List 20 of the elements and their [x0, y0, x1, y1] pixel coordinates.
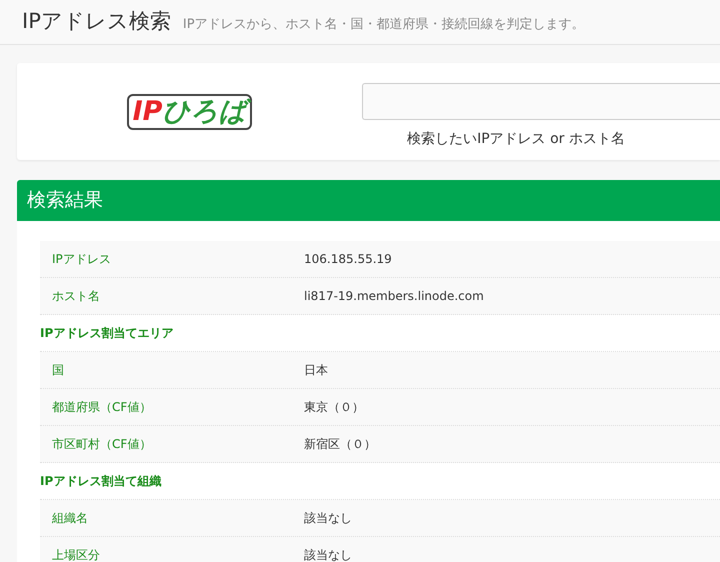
field-label: ホスト名: [51, 288, 101, 304]
field-label: IPアドレス: [51, 250, 112, 268]
field-value: 該当なし: [304, 546, 352, 562]
site-logo[interactable]: IPひろば: [126, 94, 252, 130]
field-label: 市区町村（CF値）: [51, 436, 152, 452]
results-title-bar: 検索結果: [17, 180, 720, 221]
field-value: 東京（０）: [304, 398, 364, 416]
field-value: 該当なし: [304, 510, 352, 526]
page-title: IPアドレス検索: [22, 8, 171, 35]
field-value: 106.185.55.19: [304, 252, 392, 266]
field-label: 組織名: [51, 510, 89, 526]
field-label: 国: [51, 362, 65, 378]
field-value: li817-19.members.linode.com: [304, 289, 484, 303]
field-label: 上場区分: [51, 546, 101, 562]
field-value: 日本: [304, 362, 328, 378]
page-subtitle: IPアドレスから、ホスト名・国・都道府県・接続回線を判定します。: [182, 16, 585, 33]
field-value: 新宿区（０）: [304, 436, 376, 452]
field-label: 都道府県（CF値）: [51, 398, 152, 416]
search-caption: 検索したいIPアドレス or ホスト名: [406, 130, 626, 148]
search-field[interactable]: [362, 83, 720, 120]
